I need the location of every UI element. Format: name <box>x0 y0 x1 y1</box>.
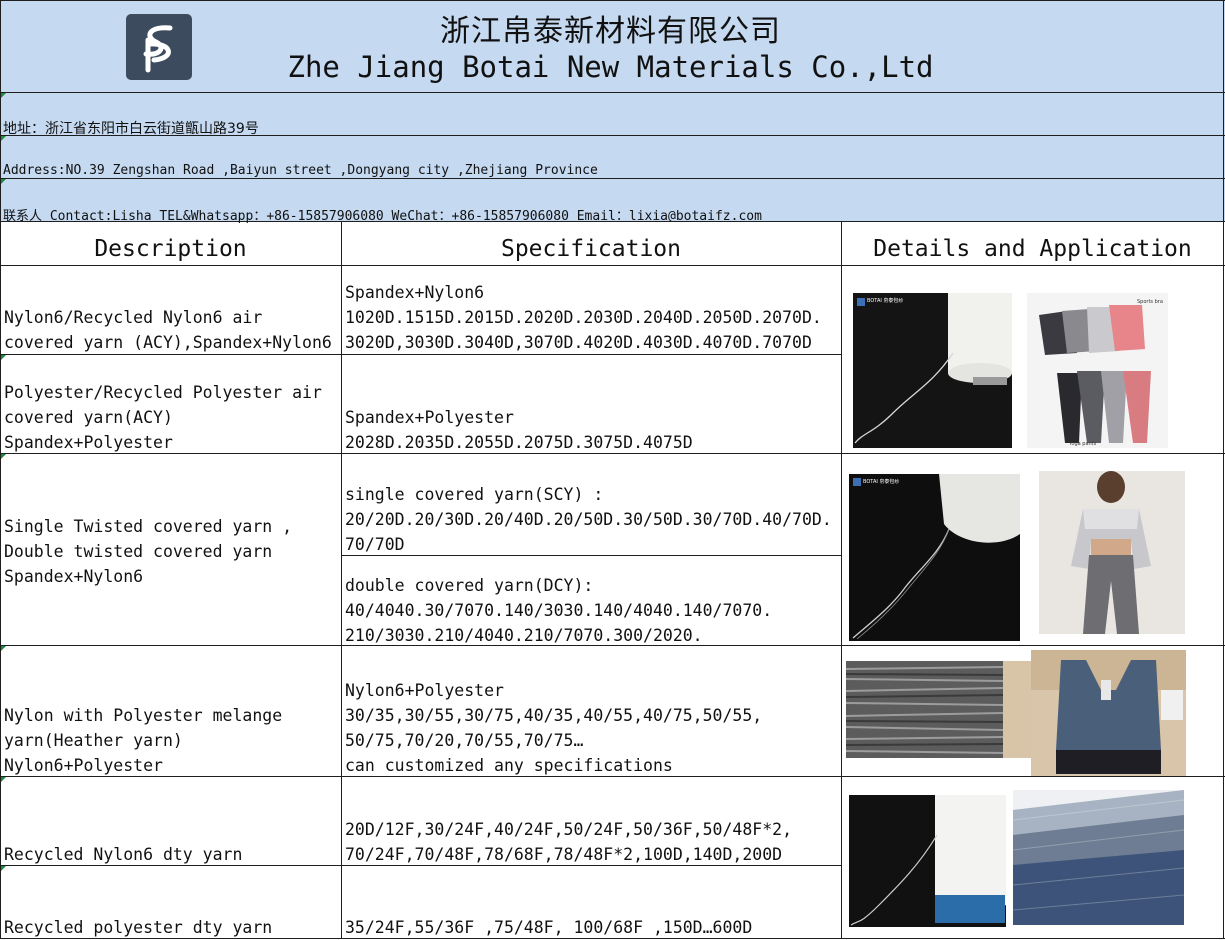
row-5-specification: 20D/12F,30/24F,40/24F,50/24F,50/36F,50/4… <box>345 820 793 864</box>
row-3-description: Single Twisted covered yarn , Double twi… <box>4 517 293 586</box>
grid-line <box>341 221 342 939</box>
column-header-details: Details and Application <box>873 236 1192 262</box>
grid-line <box>0 0 1225 1</box>
yoga-pants-label: Yoga pants <box>1068 441 1097 447</box>
column-header-description: Description <box>94 236 247 262</box>
row-4-specification: Nylon6+Polyester 30/35,30/55,30/75,40/35… <box>345 681 763 775</box>
row-3-specification-dcy: double covered yarn(DCY): 40/4040.30/707… <box>345 576 773 645</box>
row-2-specification: Spandex+Polyester 2028D.2035D.2055D.2075… <box>345 408 693 452</box>
cell-marker <box>1 93 6 98</box>
yarn-cone-label: BOTAI 帛泰包纱 <box>867 297 903 304</box>
grid-line <box>0 178 1225 179</box>
row-6-specification: 35/24F,55/36F ,75/48F, 100/68F ,150D…600… <box>345 918 753 937</box>
melange-fabric-photo <box>846 661 1003 758</box>
dty-fabric-photo <box>1013 790 1184 925</box>
dty-yarn-photo <box>849 795 1006 927</box>
yarn-cone-photo: BOTAI 帛泰包纱 <box>853 293 1012 448</box>
company-name-cn: 浙江帛泰新材料有限公司 <box>440 14 781 49</box>
sports-bra-label: Sports bra <box>1137 299 1163 305</box>
cell-marker <box>1 646 6 651</box>
cell-marker <box>1 355 6 360</box>
column-header-specification: Specification <box>500 236 681 262</box>
row-1-description: Nylon6/Recycled Nylon6 air covered yarn … <box>4 308 332 352</box>
covered-yarn-label: BOTAI 帛泰包纱 <box>863 478 899 485</box>
grid-line <box>841 221 842 939</box>
row-5-description: Recycled Nylon6 dty yarn <box>4 845 243 864</box>
sportswear-photo: Sports bra Yoga pants <box>1027 293 1168 448</box>
row-2-description: Polyester/Recycled Polyester air covered… <box>4 383 322 452</box>
address-en: Address:NO.39 Zengshan Road ,Baiyun stre… <box>3 163 598 178</box>
athleisure-model-photo <box>1039 471 1185 634</box>
grid-line <box>1223 0 1224 939</box>
cell-marker <box>1 136 6 141</box>
grid-line <box>0 135 1225 136</box>
company-name-en: Zhe Jiang Botai New Materials Co.,Ltd <box>287 50 934 84</box>
grid-line <box>0 221 1225 222</box>
wood-background <box>1003 661 1031 758</box>
row-3-specification-scy: single covered yarn(SCY) : 20/20D.20/30D… <box>345 485 832 554</box>
cell-marker <box>1 179 6 184</box>
row-4-description: Nylon with Polyester melange yarn(Heathe… <box>4 706 283 775</box>
row-1-specification: Spandex+Nylon6 1020D.1515D.2015D.2020D.2… <box>345 283 822 352</box>
sports-bra-photo <box>1031 650 1186 776</box>
covered-yarn-photo: BOTAI 帛泰包纱 <box>849 474 1020 641</box>
grid-line <box>0 92 1225 93</box>
grid-line <box>0 265 1225 266</box>
row-6-description: Recycled polyester dty yarn <box>4 918 273 937</box>
